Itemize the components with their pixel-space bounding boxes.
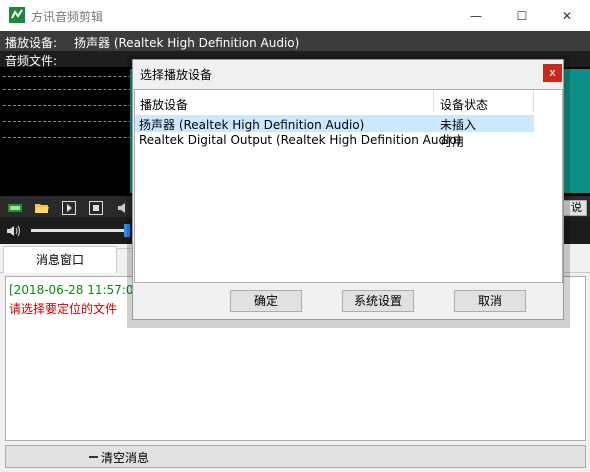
app-logo-icon — [9, 7, 25, 23]
list-item-status: 可用 — [440, 135, 465, 149]
device-value: 扬声器 (Realtek High Definition Audio) — [74, 36, 300, 50]
play-icon[interactable] — [61, 200, 77, 216]
ok-button[interactable]: 确定 — [230, 290, 302, 312]
volume-slider-track[interactable] — [31, 229, 128, 232]
maximize-button[interactable]: ☐ — [499, 0, 545, 31]
column-header-device[interactable]: 播放设备 — [140, 96, 188, 113]
close-window-button[interactable]: ✕ — [544, 0, 590, 31]
cancel-button[interactable]: 取消 — [454, 290, 526, 312]
column-header-status[interactable]: 设备状态 — [440, 96, 488, 113]
app-title: 方讯音频剪辑 — [31, 10, 104, 24]
device-label: 播放设备: — [5, 36, 58, 50]
record-icon[interactable] — [7, 200, 23, 216]
log-line-timestamp: [2018-06-28 11:57:04 — [9, 283, 142, 297]
system-settings-button[interactable]: 系统设置 — [342, 290, 414, 312]
log-line-error: 请选择要定位的文件 — [9, 302, 118, 316]
dialog-title: 选择播放设备 — [140, 68, 213, 82]
dialog-close-button[interactable]: x — [543, 64, 562, 82]
volume-icon[interactable] — [6, 224, 22, 238]
clear-messages-label: 清空消息 — [101, 451, 150, 465]
tab-messages[interactable]: 消息窗口 — [3, 246, 117, 273]
clear-icon — [89, 456, 98, 458]
list-item-status: 未插入 — [440, 118, 477, 132]
list-item-device[interactable]: 扬声器 (Realtek High Definition Audio) — [139, 116, 364, 133]
list-item-device[interactable]: Realtek Digital Output (Realtek High Def… — [139, 133, 461, 147]
device-info-row: 播放设备: 扬声器 (Realtek High Definition Audio… — [0, 31, 590, 51]
minimize-button[interactable]: — — [453, 0, 499, 31]
open-folder-icon[interactable] — [34, 200, 50, 216]
stop-icon[interactable] — [88, 200, 104, 216]
